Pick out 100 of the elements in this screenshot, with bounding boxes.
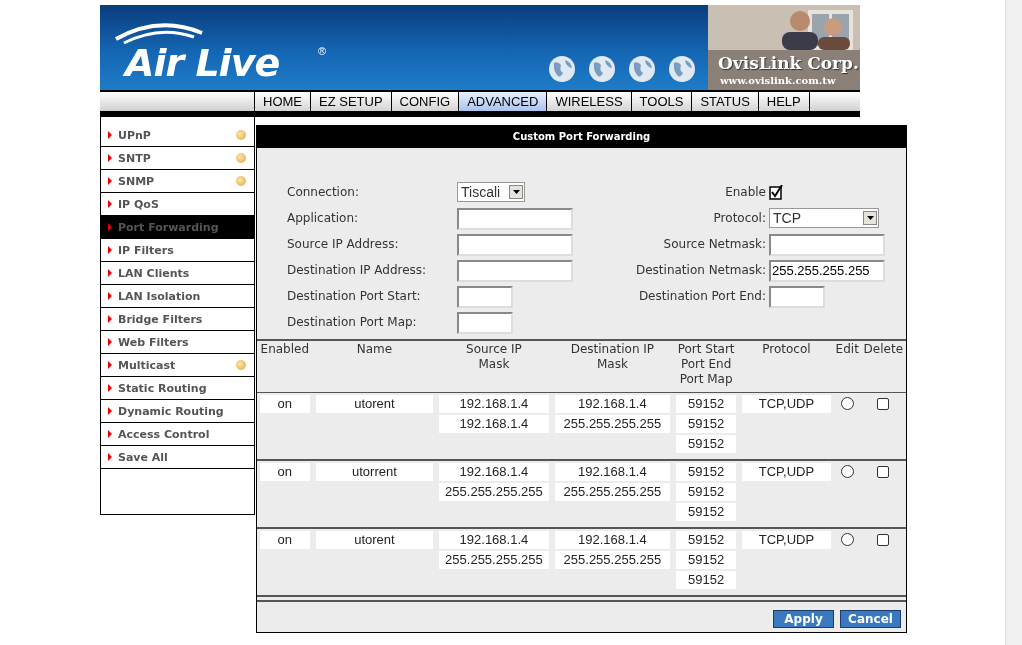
triangle-icon bbox=[108, 177, 112, 185]
edit-radio[interactable] bbox=[840, 533, 854, 546]
nav-tab[interactable]: EZ SETUP bbox=[311, 92, 392, 111]
scrollbar[interactable] bbox=[1005, 0, 1022, 645]
field-label: Destination Port Map: bbox=[287, 315, 418, 329]
table-cell: 192.168.1.4 bbox=[439, 531, 549, 549]
globe-icon bbox=[628, 55, 656, 83]
triangle-icon bbox=[108, 269, 112, 277]
panel-title: Custom Port Forwarding bbox=[257, 126, 906, 148]
triangle-icon bbox=[108, 430, 112, 438]
delete-checkbox[interactable] bbox=[877, 534, 890, 546]
input-field[interactable] bbox=[457, 233, 573, 256]
enable-checkbox[interactable] bbox=[769, 185, 783, 201]
input-field[interactable] bbox=[457, 311, 513, 334]
table-cell: 59152 bbox=[676, 483, 737, 501]
company-name: OvisLink Corp. bbox=[718, 53, 859, 73]
column-header: Source IP Mask bbox=[436, 340, 552, 393]
table-cell: TCP,UDP bbox=[742, 395, 831, 413]
table-cell: utorent bbox=[315, 531, 434, 549]
connection-select[interactable]: Tiscali bbox=[457, 182, 525, 202]
input-field[interactable]: 255.255.255.255 bbox=[769, 259, 885, 282]
cancel-button[interactable]: Cancel bbox=[840, 610, 901, 628]
table-cell: 59152 bbox=[676, 551, 737, 569]
nav-tab[interactable]: CONFIG bbox=[391, 92, 460, 111]
input-field[interactable] bbox=[769, 285, 825, 308]
triangle-icon bbox=[108, 223, 112, 231]
table-cell: 192.168.1.4 bbox=[554, 531, 671, 549]
nav-tab[interactable]: HOME bbox=[255, 92, 311, 111]
triangle-icon bbox=[108, 154, 112, 162]
column-header: Name bbox=[312, 340, 437, 393]
table-cell: 255.255.255.255 bbox=[439, 551, 549, 569]
field-label: Source IP Address: bbox=[287, 237, 400, 251]
triangle-icon bbox=[108, 292, 112, 300]
table-cell: 255.255.255.255 bbox=[554, 483, 671, 501]
dropdown-arrow-icon[interactable] bbox=[512, 190, 520, 194]
dropdown-arrow-icon[interactable] bbox=[866, 216, 874, 220]
column-header: Delete bbox=[860, 340, 906, 393]
table-cell: 59152 bbox=[676, 415, 737, 433]
field-label: Destination Netmask: bbox=[634, 263, 767, 277]
delete-checkbox[interactable] bbox=[877, 398, 890, 410]
triangle-icon bbox=[108, 246, 112, 254]
column-header: Protocol bbox=[739, 340, 834, 393]
triangle-icon bbox=[108, 131, 112, 139]
nav-tab[interactable]: TOOLS bbox=[631, 92, 693, 111]
table-cell: 59152 bbox=[676, 531, 737, 549]
table-cell: utorent bbox=[315, 395, 434, 413]
table-cell: 255.255.255.255 bbox=[554, 415, 671, 433]
table-cell: 59152 bbox=[676, 463, 737, 481]
field-label: Application: bbox=[287, 211, 360, 225]
field-label: Destination Port Start: bbox=[287, 289, 422, 303]
apply-button[interactable]: Apply bbox=[773, 610, 834, 628]
column-header: Port Start Port End Port Map bbox=[673, 340, 740, 393]
website-url: www.ovislink.com.tw bbox=[720, 75, 836, 86]
registered-mark: ® bbox=[318, 44, 327, 59]
field-label: Enable bbox=[724, 185, 767, 199]
input-field[interactable] bbox=[457, 259, 573, 282]
triangle-icon bbox=[108, 453, 112, 461]
globe-icon bbox=[588, 55, 616, 83]
nav-tab[interactable]: ADVANCED bbox=[459, 92, 548, 111]
edit-radio[interactable] bbox=[840, 397, 854, 410]
edit-radio[interactable] bbox=[840, 465, 854, 478]
nav-tab[interactable]: STATUS bbox=[692, 92, 759, 111]
table-cell: 192.168.1.4 bbox=[439, 463, 549, 481]
field-label: Connection: bbox=[287, 185, 360, 199]
protocol-select[interactable]: TCP bbox=[769, 208, 879, 228]
field-label: Protocol: bbox=[712, 211, 767, 225]
table-cell: 192.168.1.4 bbox=[554, 395, 671, 413]
input-field[interactable] bbox=[457, 207, 573, 230]
triangle-icon bbox=[108, 361, 112, 369]
field-label: Destination IP Address: bbox=[287, 263, 428, 277]
table-cell: utorrent bbox=[315, 463, 434, 481]
table-cell: on bbox=[260, 395, 310, 413]
triangle-icon bbox=[108, 338, 112, 346]
triangle-icon bbox=[108, 315, 112, 323]
table-cell: 59152 bbox=[676, 503, 737, 521]
table-cell: 59152 bbox=[676, 395, 737, 413]
globe-icon bbox=[548, 55, 576, 83]
table-cell: 192.168.1.4 bbox=[439, 395, 549, 413]
field-label: Source Netmask: bbox=[662, 237, 767, 251]
globe-icon bbox=[668, 55, 696, 83]
table-cell: 59152 bbox=[676, 435, 737, 453]
table-cell: 59152 bbox=[676, 571, 737, 589]
input-field[interactable] bbox=[769, 233, 885, 256]
table-cell: 192.168.1.4 bbox=[554, 463, 671, 481]
table-cell: TCP,UDP bbox=[742, 463, 831, 481]
table-cell: TCP,UDP bbox=[742, 531, 831, 549]
table-cell: on bbox=[260, 463, 310, 481]
delete-checkbox[interactable] bbox=[877, 466, 890, 478]
table-cell: on bbox=[260, 531, 310, 549]
column-header: Enabled bbox=[257, 340, 313, 393]
nav-tab[interactable]: WIRELESS bbox=[547, 92, 632, 111]
input-field[interactable] bbox=[457, 285, 513, 308]
table-cell: 192.168.1.4 bbox=[439, 415, 549, 433]
column-header: Destination IP Mask bbox=[551, 340, 674, 393]
table-cell: 255.255.255.255 bbox=[439, 483, 549, 501]
triangle-icon bbox=[108, 384, 112, 392]
nav-tab[interactable]: HELP bbox=[758, 92, 810, 111]
triangle-icon bbox=[108, 200, 112, 208]
triangle-icon bbox=[108, 407, 112, 415]
field-label: Destination Port End: bbox=[637, 289, 767, 303]
